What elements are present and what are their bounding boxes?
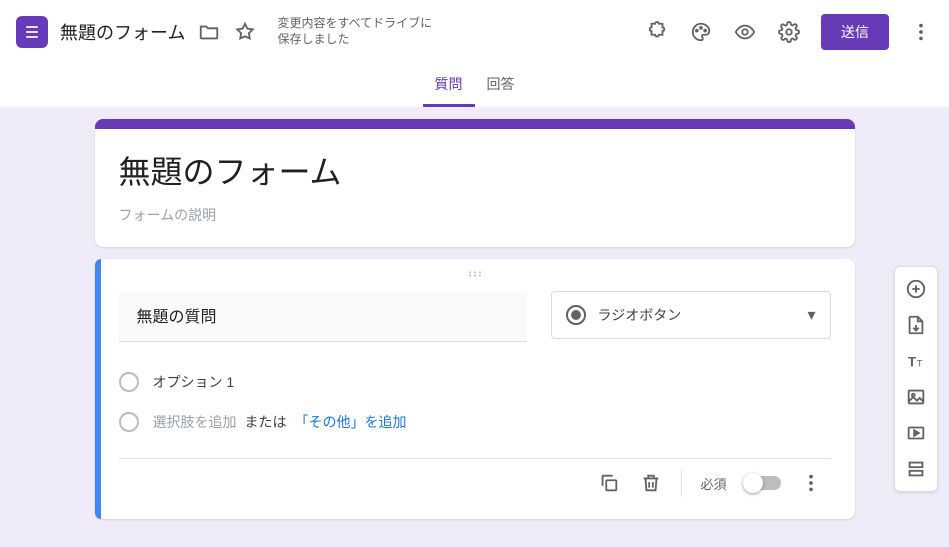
add-option-row: 選択肢を追加 または 「その他」を追加 [119, 402, 831, 442]
question-footer: 必須 [119, 458, 831, 511]
add-other-button[interactable]: 「その他」を追加 [295, 412, 407, 432]
gear-icon[interactable] [777, 20, 801, 44]
forms-app-icon[interactable] [16, 16, 48, 48]
more-vert-icon[interactable] [799, 471, 823, 495]
question-card[interactable]: ラジオボタン ▾ オプション 1 選択肢を追加 または 「その他」を追加 [95, 259, 855, 519]
caret-down-icon: ▾ [807, 305, 815, 325]
plus-circle-icon[interactable] [900, 273, 932, 305]
or-label: または [245, 412, 287, 432]
active-accent [95, 259, 101, 519]
question-type-select[interactable]: ラジオボタン ▾ [551, 291, 831, 339]
radio-empty-icon [119, 412, 139, 432]
text-icon[interactable]: TT [900, 345, 932, 377]
form-title[interactable]: 無題のフォーム [119, 147, 831, 193]
option-label[interactable]: オプション 1 [153, 372, 235, 392]
required-label: 必須 [700, 474, 726, 493]
trash-icon[interactable] [639, 471, 663, 495]
radio-icon [566, 305, 586, 325]
eye-icon[interactable] [733, 20, 757, 44]
puzzle-icon[interactable] [645, 20, 669, 44]
question-title-field[interactable] [119, 291, 527, 342]
save-status-line2: 保存しました [277, 32, 432, 48]
side-toolbar: TT [894, 266, 938, 492]
section-icon[interactable] [900, 453, 932, 485]
video-icon[interactable] [900, 417, 932, 449]
form-header-card[interactable]: 無題のフォーム フォームの説明 [95, 119, 855, 247]
tabs: 質問 回答 [0, 64, 949, 107]
save-status-line1: 変更内容をすべてドライブに [277, 16, 432, 32]
divider [681, 469, 682, 497]
form-description[interactable]: フォームの説明 [119, 205, 831, 225]
top-bar: 無題のフォーム 変更内容をすべてドライブに 保存しました 送信 [0, 0, 949, 64]
svg-text:T: T [917, 359, 923, 369]
question-title-input[interactable] [135, 305, 511, 325]
save-status: 変更内容をすべてドライブに 保存しました [277, 16, 432, 47]
document-title[interactable]: 無題のフォーム [60, 19, 185, 45]
drag-handle-icon[interactable] [95, 259, 855, 283]
add-option-button[interactable]: 選択肢を追加 [153, 412, 237, 432]
copy-icon[interactable] [597, 471, 621, 495]
question-type-label: ラジオボタン [598, 305, 796, 325]
star-icon[interactable] [233, 20, 257, 44]
option-row[interactable]: オプション 1 [119, 362, 831, 402]
palette-icon[interactable] [689, 20, 713, 44]
more-vert-icon[interactable] [909, 20, 933, 44]
import-icon[interactable] [900, 309, 932, 341]
image-icon[interactable] [900, 381, 932, 413]
top-actions: 送信 [645, 14, 933, 50]
radio-empty-icon [119, 372, 139, 392]
form-canvas: 無題のフォーム フォームの説明 ラジオボタン ▾ オプション 1 [0, 107, 949, 539]
svg-text:T: T [908, 355, 917, 370]
tab-questions[interactable]: 質問 [423, 64, 475, 107]
tab-responses[interactable]: 回答 [475, 64, 527, 107]
folder-icon[interactable] [197, 20, 221, 44]
send-button[interactable]: 送信 [821, 14, 889, 50]
required-toggle[interactable] [745, 476, 781, 490]
